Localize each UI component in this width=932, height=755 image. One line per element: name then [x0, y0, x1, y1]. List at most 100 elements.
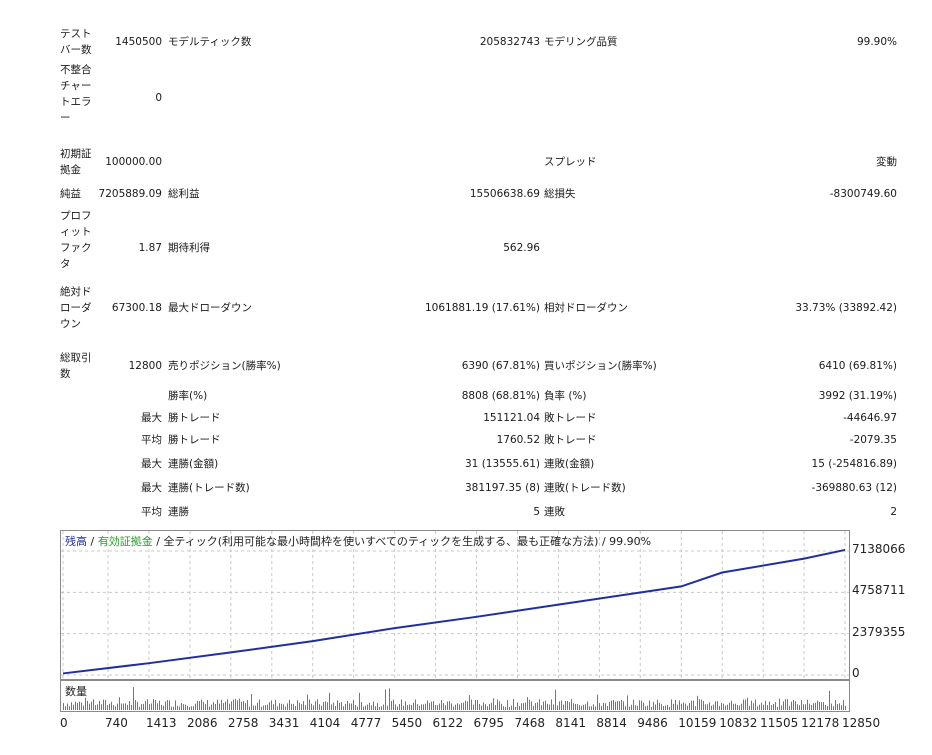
volume-bar: [833, 706, 834, 710]
volume-bar: [725, 705, 726, 710]
modeling-quality-label: モデリング品質: [544, 36, 618, 48]
volume-bar: [837, 703, 838, 710]
volume-bar: [737, 704, 738, 710]
volume-bar: [243, 700, 244, 710]
volume-bar: [381, 706, 382, 710]
consec-losses-count-value: -369880.63 (12): [811, 482, 897, 494]
volume-bar: [587, 701, 588, 710]
volume-bar: [73, 704, 74, 710]
volume-bar: [129, 701, 130, 710]
volume-bar: [845, 705, 846, 710]
volume-bar: [421, 704, 422, 710]
volume-bar: [317, 699, 318, 710]
volume-bar: [497, 699, 498, 710]
avg-consec-losses-label: 連敗: [544, 506, 565, 518]
volume-bar: [575, 703, 576, 710]
x-tick-label: 0: [60, 716, 68, 730]
volume-bar: [487, 706, 488, 710]
volume-bar: [739, 705, 740, 710]
max-label: 最大: [141, 482, 162, 494]
volume-bar: [767, 705, 768, 710]
volume-bar: [149, 704, 150, 710]
volume-bar: [805, 704, 806, 710]
volume-bar: [413, 702, 414, 710]
volume-bar: [637, 705, 638, 710]
volume-bar: [719, 705, 720, 710]
volume-bar: [383, 704, 384, 710]
volume-bar: [91, 701, 92, 710]
volume-bar: [689, 702, 690, 710]
volume-bar: [591, 706, 592, 710]
chart-title-balance: 残高: [65, 535, 87, 548]
volume-bar: [389, 688, 390, 710]
volume-bar: [777, 706, 778, 710]
volume-bar: [489, 703, 490, 710]
x-tick-label: 3431: [268, 716, 300, 730]
volume-bar: [425, 703, 426, 710]
volume-bar: [831, 703, 832, 710]
volume-bar: [261, 706, 262, 710]
test-bars-label: テストバー数: [60, 28, 92, 56]
volume-bar: [271, 700, 272, 710]
volume-bar: [311, 703, 312, 710]
volume-bar: [119, 697, 120, 710]
volume-bar: [527, 697, 528, 710]
volume-bar: [101, 704, 102, 710]
volume-bar: [525, 702, 526, 710]
volume-bar: [203, 701, 204, 710]
volume-bar: [165, 701, 166, 710]
volume-bar: [253, 705, 254, 710]
volume-bar: [573, 703, 574, 710]
volume-bar: [773, 704, 774, 710]
volume-bar: [295, 705, 296, 710]
volume-bar: [169, 700, 170, 710]
volume-bar: [95, 705, 96, 710]
volume-bar: [391, 700, 392, 710]
net-profit-value: 7205889.09: [98, 188, 162, 200]
volume-bar: [69, 706, 70, 710]
volume-bar: [189, 706, 190, 710]
volume-bar: [695, 706, 696, 710]
spread-value: 変動: [876, 156, 897, 168]
volume-bar: [519, 706, 520, 710]
volume-bar: [361, 702, 362, 710]
volume-bar: [741, 703, 742, 710]
volume-bar: [685, 703, 686, 710]
volume-bar: [403, 705, 404, 710]
largest-loss-label: 敗トレード: [544, 412, 597, 424]
volume-bar: [485, 704, 486, 710]
volume-bar: [85, 697, 86, 710]
volume-bar: [803, 704, 804, 710]
volume-bar: [727, 704, 728, 710]
volume-bar: [647, 705, 648, 710]
volume-bar: [123, 703, 124, 710]
volume-bar: [137, 701, 138, 710]
chart-title-rest: / 全ティック(利用可能な最小時間枠を使いすべてのティックを生成する、最も正確な…: [152, 535, 652, 548]
loss-rate-value: 3992 (31.19%): [818, 390, 897, 402]
volume-bar: [259, 699, 260, 710]
volume-bar: [771, 705, 772, 710]
volume-bar: [411, 704, 412, 710]
volume-bar: [233, 699, 234, 710]
balance-chart: 残高 / 有効証拠金 / 全ティック(利用可能な最小時間枠を使いすべてのティック…: [60, 530, 850, 680]
volume-bar: [367, 704, 368, 710]
volume-bar: [427, 700, 428, 710]
volume-bar: [297, 700, 298, 710]
volume-bar: [627, 695, 628, 710]
gross-profit-label: 総利益: [168, 188, 200, 200]
volume-bar: [433, 701, 434, 710]
volume-bar: [743, 699, 744, 710]
volume-bar: [139, 706, 140, 710]
x-tick-label: 6122: [432, 716, 464, 730]
volume-bar: [603, 702, 604, 710]
volume-bar: [555, 689, 556, 710]
volume-bar: [107, 705, 108, 710]
volume-bar: [513, 699, 514, 710]
volume-bar: [493, 698, 494, 710]
net-profit-label: 純益: [60, 188, 81, 200]
volume-bar: [785, 699, 786, 710]
volume-bar: [63, 703, 64, 710]
volume-bar: [701, 699, 702, 710]
consec-wins-amount-value: 31 (13555.61): [465, 458, 540, 470]
volume-bar: [351, 703, 352, 710]
